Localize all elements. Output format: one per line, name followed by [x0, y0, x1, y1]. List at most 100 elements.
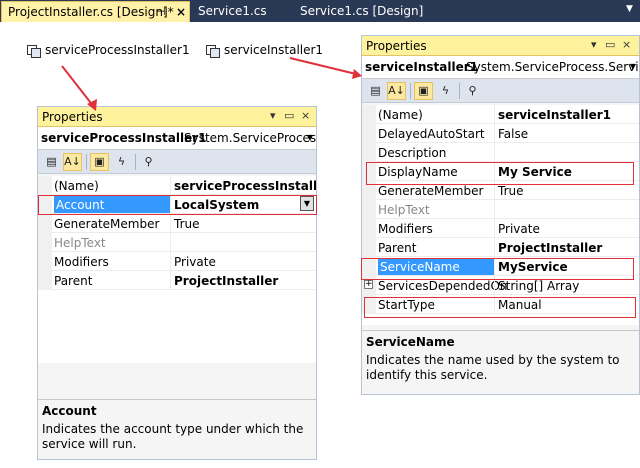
- property-row-delayedautostart[interactable]: DelayedAutoStart False: [362, 124, 639, 143]
- property-grid: (Name) serviceProcessInstaller1 Account …: [38, 176, 317, 363]
- property-row-parent[interactable]: Parent ProjectInstaller: [38, 271, 316, 290]
- tab-label: Service1.cs [Design]: [300, 4, 424, 18]
- property-value: ProjectInstaller: [498, 241, 603, 255]
- property-name: HelpText: [54, 236, 106, 250]
- categorized-icon[interactable]: ▤: [366, 82, 385, 100]
- property-name: Modifiers: [378, 222, 433, 236]
- description-title: ServiceName: [366, 335, 455, 349]
- property-name: (Name): [378, 108, 423, 122]
- property-row-servicesdependedon[interactable]: + ServicesDependedOn String[] Array: [362, 276, 639, 295]
- property-row-name[interactable]: (Name) serviceProcessInstaller1: [38, 176, 317, 195]
- component-label: serviceInstaller1: [224, 43, 324, 57]
- property-name: (Name): [54, 179, 99, 193]
- property-name: Parent: [378, 241, 417, 255]
- description-pane: Account Indicates the account type under…: [38, 399, 316, 459]
- property-name: ServicesDependedOn: [378, 279, 508, 293]
- component-label: serviceProcessInstaller1: [45, 43, 190, 57]
- property-row-helptext[interactable]: HelpText: [362, 200, 639, 219]
- maximize-icon[interactable]: ▭: [284, 109, 294, 122]
- properties-title: Properties: [366, 39, 427, 53]
- properties-window-left: Properties ▾ ▭ × serviceProcessInstaller…: [37, 106, 317, 460]
- tab-service1-design[interactable]: Service1.cs [Design]: [294, 1, 434, 22]
- object-selector[interactable]: serviceProcessInstaller1 System.ServiceP…: [38, 127, 316, 150]
- window-dropdown-icon[interactable]: ▾: [270, 109, 276, 122]
- properties-window-right: Properties ▾ ▭ × serviceInstaller1 Syste…: [361, 35, 640, 395]
- toolbar-separator: [410, 83, 411, 99]
- property-name: Modifiers: [54, 255, 109, 269]
- toolbar-separator: [86, 154, 87, 170]
- pin-icon[interactable]: ⊣: [156, 2, 166, 22]
- close-tab-icon[interactable]: ×: [176, 2, 186, 22]
- property-row-parent[interactable]: Parent ProjectInstaller: [362, 238, 639, 257]
- alphabetical-icon[interactable]: A↓: [63, 153, 82, 171]
- expand-icon[interactable]: +: [364, 280, 373, 289]
- property-value: serviceProcessInstaller1: [174, 179, 317, 193]
- close-icon[interactable]: ×: [301, 109, 310, 122]
- events-icon[interactable]: ϟ: [436, 82, 455, 100]
- tab-service1-cs[interactable]: Service1.cs: [192, 1, 302, 22]
- properties-title-bar: Properties ▾ ▭ ×: [362, 36, 639, 56]
- property-value: My Service: [498, 165, 572, 179]
- property-row-servicename[interactable]: ServiceName MyService: [362, 257, 639, 276]
- object-name: serviceInstaller1: [365, 60, 479, 74]
- property-pages-icon[interactable]: ⚲: [139, 153, 158, 171]
- property-row-name[interactable]: (Name) serviceInstaller1: [362, 105, 639, 124]
- property-row-helptext[interactable]: HelpText: [38, 233, 316, 252]
- tab-overflow-icon[interactable]: ▼: [626, 4, 633, 14]
- close-icon[interactable]: ×: [622, 38, 631, 51]
- tab-label: ProjectInstaller.cs [Design]*: [8, 5, 174, 19]
- maximize-icon[interactable]: ▭: [605, 38, 615, 51]
- component-service-installer[interactable]: serviceInstaller1: [206, 43, 324, 58]
- property-name: Parent: [54, 274, 93, 288]
- property-row-account[interactable]: Account LocalSystem ▼: [38, 195, 316, 214]
- property-row-generatemember[interactable]: GenerateMember True: [38, 214, 316, 233]
- categorized-icon[interactable]: ▤: [42, 153, 61, 171]
- property-value: Private: [498, 222, 540, 236]
- component-icon: [27, 44, 41, 58]
- properties-title-bar: Properties ▾ ▭ ×: [38, 107, 316, 127]
- toolbar-separator: [459, 83, 460, 99]
- property-name: HelpText: [378, 203, 430, 217]
- property-name: Account: [54, 196, 170, 213]
- property-value: serviceInstaller1: [498, 108, 612, 122]
- property-grid: (Name) serviceInstaller1 DelayedAutoStar…: [362, 105, 639, 325]
- property-row-description[interactable]: Description: [362, 143, 639, 162]
- object-type: System.ServiceProcess: [184, 131, 316, 145]
- property-value: Private: [174, 255, 216, 269]
- properties-view-icon[interactable]: ▣: [414, 82, 433, 100]
- property-name: ServiceName: [378, 258, 494, 275]
- description-pane: ServiceName Indicates the name used by t…: [362, 330, 639, 394]
- object-name: serviceProcessInstaller1: [41, 131, 207, 145]
- property-value: True: [174, 217, 200, 231]
- property-value: String[] Array: [498, 279, 580, 293]
- properties-toolbar: ▤ A↓ ▣ ϟ ⚲: [362, 79, 639, 103]
- property-name: StartType: [378, 298, 435, 312]
- alphabetical-icon[interactable]: A↓: [387, 82, 406, 100]
- property-row-modifiers[interactable]: Modifiers Private: [362, 219, 639, 238]
- property-value: True: [498, 184, 524, 198]
- chevron-down-icon: ▼: [629, 62, 636, 71]
- component-service-process-installer[interactable]: serviceProcessInstaller1: [27, 43, 190, 58]
- property-name: GenerateMember: [54, 217, 160, 231]
- properties-view-icon[interactable]: ▣: [90, 153, 109, 171]
- account-dropdown-button[interactable]: ▼: [300, 196, 314, 211]
- property-row-starttype[interactable]: StartType Manual: [362, 295, 639, 314]
- description-text: Indicates the account type under which t…: [42, 422, 304, 451]
- window-dropdown-icon[interactable]: ▾: [591, 38, 597, 51]
- property-value: LocalSystem: [174, 198, 260, 212]
- tab-projectinstaller-design[interactable]: ProjectInstaller.cs [Design]* ⊣ ×: [1, 1, 190, 22]
- property-row-modifiers[interactable]: Modifiers Private: [38, 252, 316, 271]
- property-row-displayname[interactable]: DisplayName My Service: [362, 162, 639, 181]
- property-value: ProjectInstaller: [174, 274, 279, 288]
- property-row-generatemember[interactable]: GenerateMember True: [362, 181, 639, 200]
- events-icon[interactable]: ϟ: [112, 153, 131, 171]
- document-tab-strip: ProjectInstaller.cs [Design]* ⊣ × Servic…: [0, 0, 640, 22]
- tab-label: Service1.cs: [198, 4, 267, 18]
- property-pages-icon[interactable]: ⚲: [463, 82, 482, 100]
- property-name: DisplayName: [378, 165, 458, 179]
- chevron-down-icon: ▼: [306, 133, 313, 142]
- property-name: Description: [378, 146, 447, 160]
- object-type: System.ServiceProcess.ServiceI: [466, 60, 639, 74]
- object-selector[interactable]: serviceInstaller1 System.ServiceProcess.…: [362, 56, 639, 79]
- property-name: DelayedAutoStart: [378, 127, 485, 141]
